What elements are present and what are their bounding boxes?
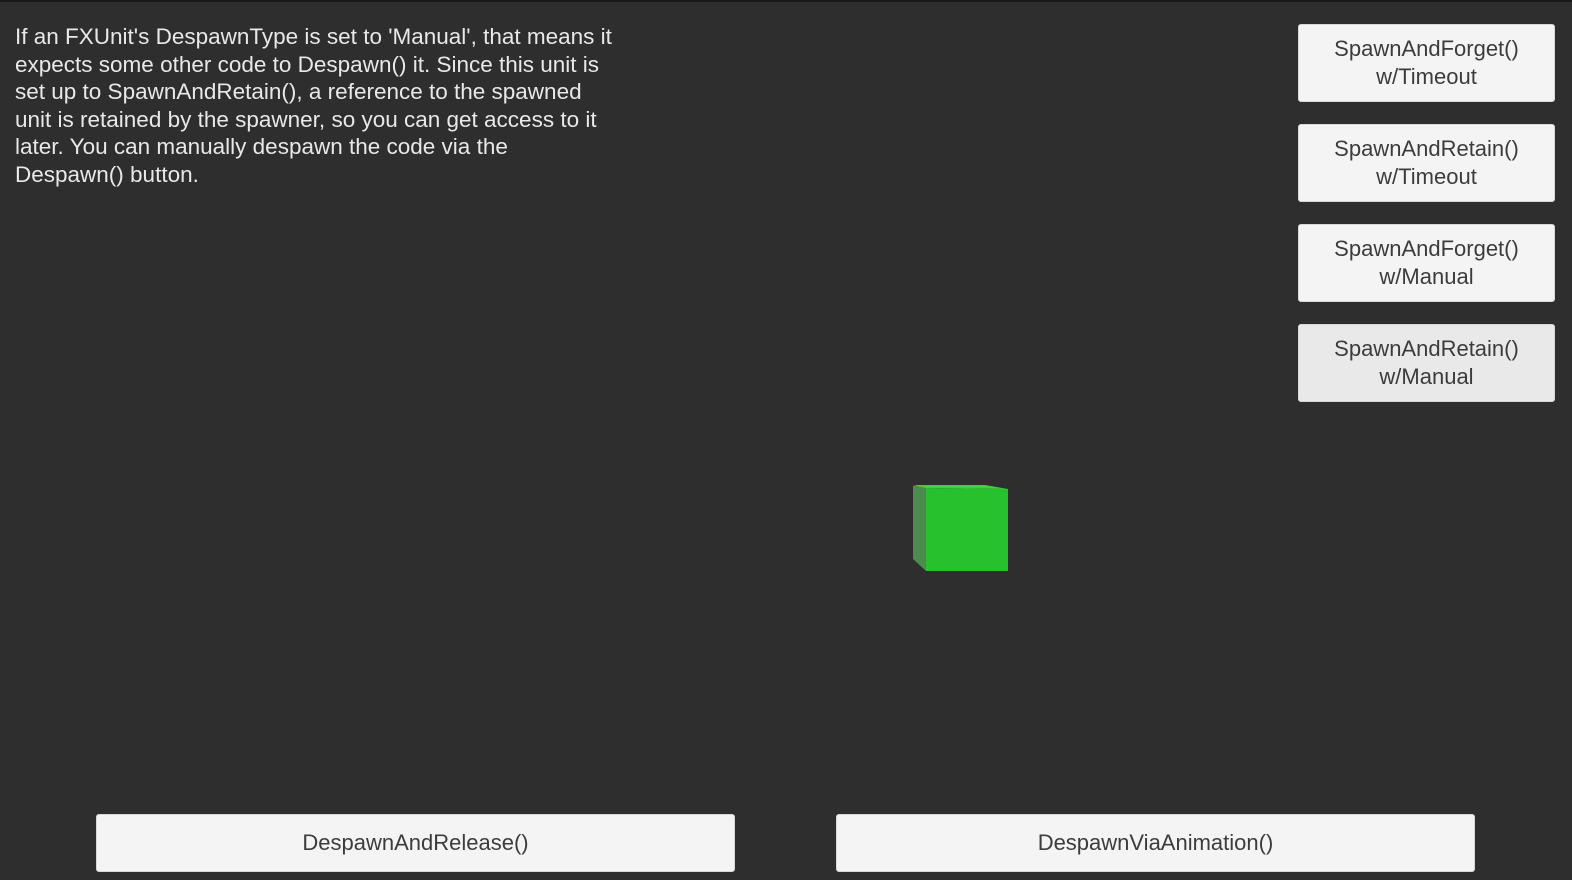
cube-front-face: [926, 488, 1008, 571]
despawn-and-release-button[interactable]: DespawnAndRelease(): [96, 814, 735, 872]
game-viewport: If an FXUnit's DespawnType is set to 'Ma…: [0, 0, 1572, 880]
spawn-and-forget-manual-button[interactable]: SpawnAndForget() w/Manual: [1298, 224, 1555, 302]
description-text: If an FXUnit's DespawnType is set to 'Ma…: [15, 24, 612, 187]
spawn-button-panel: SpawnAndForget() w/Timeout SpawnAndRetai…: [1298, 24, 1555, 424]
spawn-and-retain-manual-button[interactable]: SpawnAndRetain() w/Manual: [1298, 324, 1555, 402]
spawn-and-forget-timeout-button[interactable]: SpawnAndForget() w/Timeout: [1298, 24, 1555, 102]
spawn-and-retain-timeout-button[interactable]: SpawnAndRetain() w/Timeout: [1298, 124, 1555, 202]
cube-left-face: [913, 486, 926, 571]
despawn-via-animation-button[interactable]: DespawnViaAnimation(): [836, 814, 1475, 872]
spawned-cube: [913, 485, 1008, 571]
